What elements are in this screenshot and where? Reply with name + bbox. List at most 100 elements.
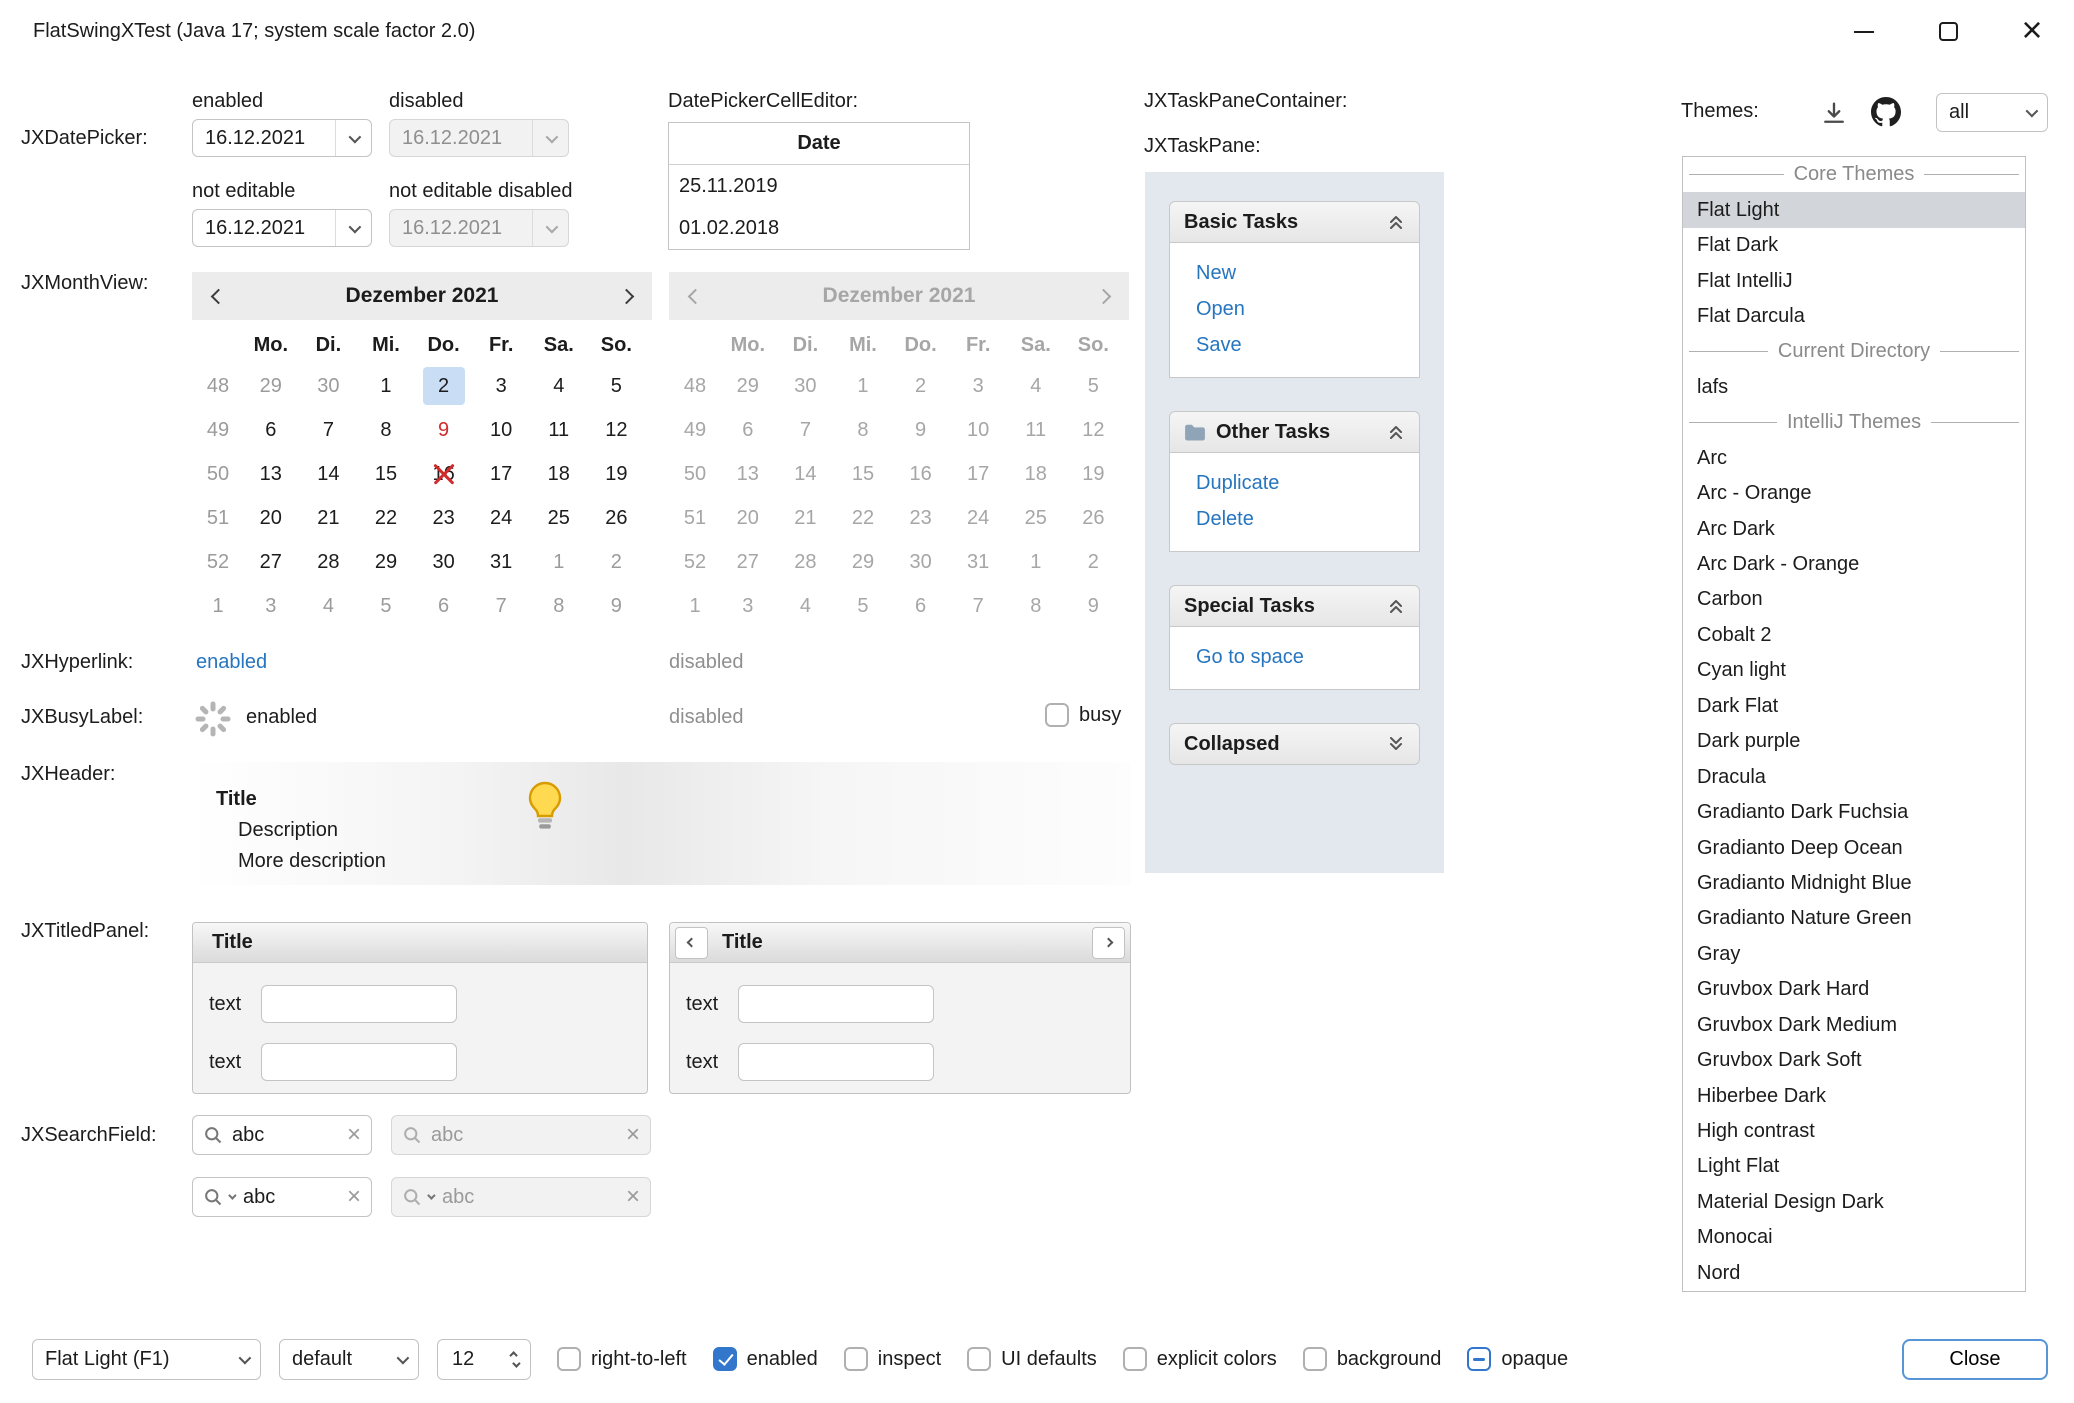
calendar-day[interactable]: 5	[357, 584, 415, 628]
checkbox-right-to-left[interactable]: right-to-left	[557, 1347, 687, 1371]
spinner-down-icon[interactable]	[512, 1359, 520, 1367]
theme-item-monocai[interactable]: Monocai	[1683, 1220, 2025, 1255]
close-dialog-button[interactable]: Close	[1902, 1339, 2048, 1380]
calendar-day[interactable]: 21	[300, 496, 358, 540]
theme-item-dark-purple[interactable]: Dark purple	[1683, 724, 2025, 759]
calendar-day[interactable]: 29	[242, 364, 300, 408]
task-link-new[interactable]: New	[1196, 255, 1419, 291]
checkbox-ui-defaults[interactable]: UI defaults	[967, 1347, 1097, 1371]
calendar-day[interactable]: 10	[472, 408, 530, 452]
theme-item-gradianto-dark-fuchsia[interactable]: Gradianto Dark Fuchsia	[1683, 795, 2025, 830]
calendar-day[interactable]: 6	[415, 584, 473, 628]
calendar-day[interactable]: 14	[300, 452, 358, 496]
download-icon[interactable]	[1818, 97, 1850, 129]
theme-item-arc-dark[interactable]: Arc Dark	[1683, 511, 2025, 546]
taskpane-header[interactable]: Special Tasks	[1169, 585, 1420, 627]
calendar-day[interactable]: 3	[242, 584, 300, 628]
calendar-day[interactable]: 1	[530, 540, 588, 584]
font-combo[interactable]: default	[279, 1339, 419, 1380]
prev-month-button[interactable]	[192, 291, 244, 302]
calendar-day[interactable]: 5	[588, 364, 646, 408]
task-link-go-to-space[interactable]: Go to space	[1196, 639, 1419, 675]
search-field-enabled[interactable]: abc ×	[192, 1115, 372, 1155]
theme-item-arc[interactable]: Arc	[1683, 441, 2025, 476]
collapse-chevron-up-icon[interactable]	[1387, 213, 1405, 231]
calendar-day[interactable]: 30	[415, 540, 473, 584]
theme-item-flat-dark[interactable]: Flat Dark	[1683, 228, 2025, 263]
search-field-menu-enabled[interactable]: abc ×	[192, 1177, 372, 1217]
calendar-day[interactable]: 7	[300, 408, 358, 452]
theme-item-dracula[interactable]: Dracula	[1683, 759, 2025, 794]
clear-icon[interactable]: ×	[347, 1185, 361, 1209]
calendar-day[interactable]: 26	[588, 496, 646, 540]
calendar-day[interactable]: 30	[300, 364, 358, 408]
checkbox-explicit-colors[interactable]: explicit colors	[1123, 1347, 1277, 1371]
search-menu-icon[interactable]	[203, 1187, 223, 1207]
calendar-day[interactable]: 23	[415, 496, 473, 540]
themes-filter-combo[interactable]: all	[1936, 93, 2048, 132]
calendar-day[interactable]: 8	[357, 408, 415, 452]
text-input[interactable]	[261, 1043, 457, 1081]
task-link-duplicate[interactable]: Duplicate	[1196, 465, 1419, 501]
calendar-day[interactable]: 8	[530, 584, 588, 628]
calendar-day[interactable]: 18	[530, 452, 588, 496]
titled-panel-next-button[interactable]	[1092, 927, 1125, 959]
theme-item-gray[interactable]: Gray	[1683, 937, 2025, 972]
table-row[interactable]: 25.11.2019	[669, 165, 969, 207]
checkbox-busy[interactable]: busy	[1045, 703, 1121, 727]
collapse-chevron-up-icon[interactable]	[1387, 597, 1405, 615]
calendar-day[interactable]: 13	[242, 452, 300, 496]
theme-item-material-design-dark[interactable]: Material Design Dark	[1683, 1185, 2025, 1220]
next-month-button[interactable]	[600, 291, 652, 302]
checkbox-opaque[interactable]: opaque	[1467, 1347, 1568, 1371]
theme-item-carbon[interactable]: Carbon	[1683, 582, 2025, 617]
calendar-day[interactable]: 24	[472, 496, 530, 540]
calendar-dropdown-button[interactable]	[335, 120, 371, 156]
theme-item-dark-flat[interactable]: Dark Flat	[1683, 689, 2025, 724]
theme-item-gruvbox-dark-soft[interactable]: Gruvbox Dark Soft	[1683, 1043, 2025, 1078]
calendar-day[interactable]: 31	[472, 540, 530, 584]
calendar-day[interactable]: 2	[588, 540, 646, 584]
theme-item-gradianto-deep-ocean[interactable]: Gradianto Deep Ocean	[1683, 830, 2025, 865]
calendar-day[interactable]: 9	[588, 584, 646, 628]
calendar-day[interactable]: 9	[415, 408, 473, 452]
theme-item-lafs[interactable]: lafs	[1683, 370, 2025, 405]
github-icon[interactable]	[1870, 96, 1902, 128]
maximize-button[interactable]	[1906, 0, 1990, 63]
theme-item-cobalt-2[interactable]: Cobalt 2	[1683, 618, 2025, 653]
calendar-day[interactable]: 2	[415, 364, 473, 408]
checkbox-inspect[interactable]: inspect	[844, 1347, 941, 1371]
theme-item-light-flat[interactable]: Light Flat	[1683, 1149, 2025, 1184]
task-link-open[interactable]: Open	[1196, 291, 1419, 327]
calendar-day[interactable]: 25	[530, 496, 588, 540]
minimize-button[interactable]	[1822, 0, 1906, 63]
laf-combo[interactable]: Flat Light (F1)	[32, 1339, 261, 1380]
calendar-day[interactable]: 28	[300, 540, 358, 584]
calendar-day[interactable]: 22	[357, 496, 415, 540]
calendar-day[interactable]: 20	[242, 496, 300, 540]
theme-item-arc-dark-orange[interactable]: Arc Dark - Orange	[1683, 547, 2025, 582]
date-picker-enabled[interactable]: 16.12.2021	[192, 119, 372, 157]
calendar-day[interactable]: 11	[530, 408, 588, 452]
collapse-chevron-down-icon[interactable]	[1387, 735, 1405, 753]
taskpane-header[interactable]: Basic Tasks	[1169, 201, 1420, 243]
calendar-day[interactable]: 7	[472, 584, 530, 628]
checkbox-background[interactable]: background	[1303, 1347, 1442, 1371]
theme-item-gradianto-nature-green[interactable]: Gradianto Nature Green	[1683, 901, 2025, 936]
clear-icon[interactable]: ×	[347, 1123, 361, 1147]
hyperlink-enabled[interactable]: enabled	[196, 651, 267, 674]
theme-item-arc-orange[interactable]: Arc - Orange	[1683, 476, 2025, 511]
collapse-chevron-up-icon[interactable]	[1387, 423, 1405, 441]
calendar-day[interactable]: 12	[588, 408, 646, 452]
theme-item-high-contrast[interactable]: High contrast	[1683, 1114, 2025, 1149]
calendar-day[interactable]: 16	[415, 452, 473, 496]
taskpane-header[interactable]: Other Tasks	[1169, 411, 1420, 453]
text-input[interactable]	[261, 985, 457, 1023]
titlebar[interactable]: FlatSwingXTest (Java 17; system scale fa…	[0, 0, 2074, 63]
theme-item-cyan-light[interactable]: Cyan light	[1683, 653, 2025, 688]
text-input[interactable]	[738, 985, 934, 1023]
calendar-dropdown-button[interactable]	[335, 210, 371, 246]
table-row[interactable]: 01.02.2018	[669, 207, 969, 249]
theme-item-gruvbox-dark-medium[interactable]: Gruvbox Dark Medium	[1683, 1008, 2025, 1043]
spinner-up-icon[interactable]	[509, 1351, 517, 1359]
